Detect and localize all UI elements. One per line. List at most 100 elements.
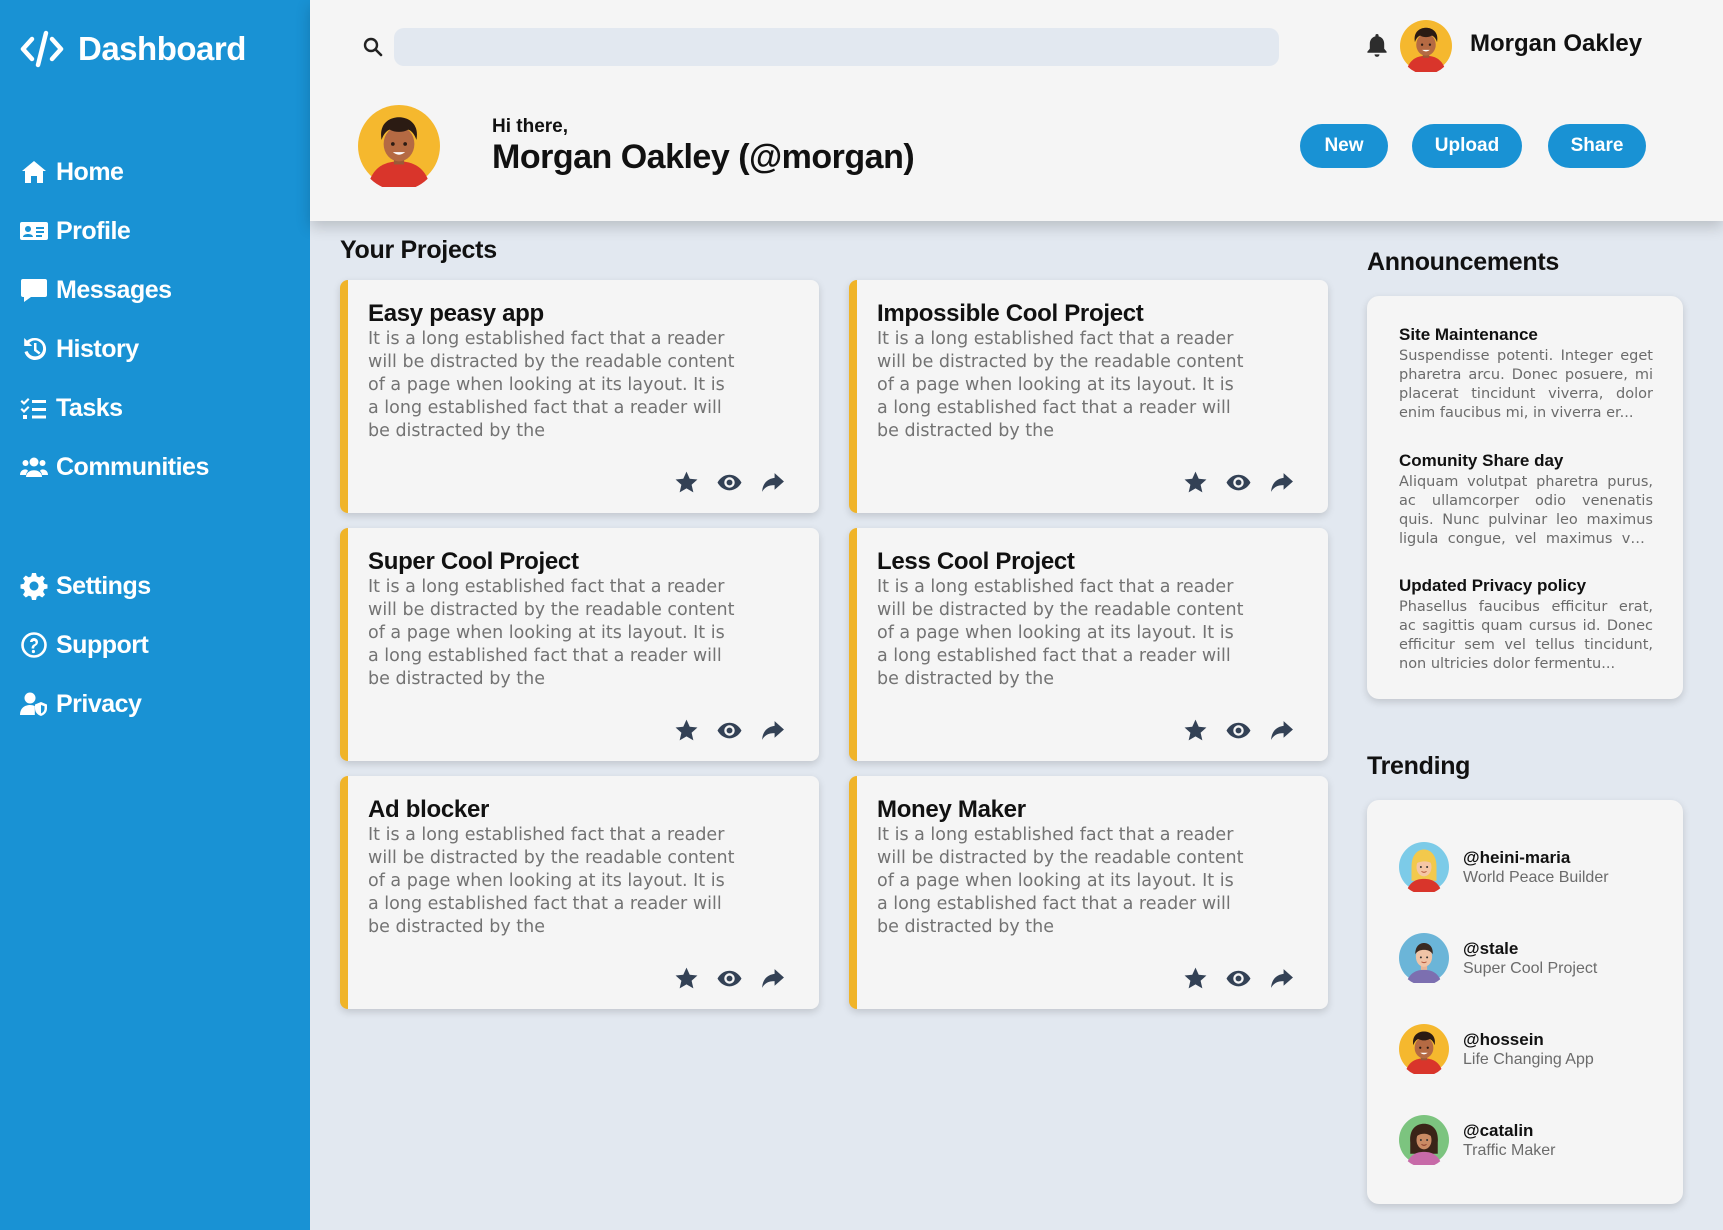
project-card[interactable]: Less Cool Project It is a long establishe… [849,528,1328,761]
share-icon[interactable] [1269,470,1294,495]
project-description: It is a long established fact that a rea… [368,329,735,441]
eye-icon[interactable] [717,966,742,991]
trending-handle: @heini-maria [1463,847,1571,867]
project-title: Easy peasy app [368,300,544,327]
announcement-title: Comunity Share day [1399,451,1564,470]
trending-project: Life Changing App [1463,1050,1594,1068]
share-icon[interactable] [760,718,785,743]
brand-label: Dashboard [78,30,246,67]
project-card[interactable]: Money Maker It is a long established fact… [849,776,1328,1009]
avatar [1399,1115,1449,1165]
project-title: Impossible Cool Project [877,300,1144,327]
announcement-item[interactable]: Comunity Share day Aliquam volutpat phar… [1399,451,1653,549]
sidebar-item-history[interactable]: History [20,329,139,369]
project-title: Ad blocker [368,796,490,823]
sidebar-item-profile[interactable]: Profile [20,211,131,251]
trending-title: Trending [1367,752,1471,780]
sidebar-item-messages[interactable]: Messages [20,270,172,310]
sidebar-item-label: Settings [56,571,151,600]
project-actions [1183,966,1294,991]
profile-avatar [358,105,440,187]
project-card[interactable]: Easy peasy app It is a long established f… [340,280,819,513]
project-title: Money Maker [877,796,1026,823]
avatar[interactable] [1400,20,1452,72]
sidebar-item-label: Tasks [56,393,123,422]
trending-handle: @catalin [1463,1120,1534,1140]
users-icon [20,457,48,477]
star-icon[interactable] [674,718,699,743]
share-icon[interactable] [1269,718,1294,743]
sidebar-item-label: Communities [56,452,209,481]
header: Morgan Oakley Hi there, Morgan Oakley (@… [310,0,1723,221]
eye-icon[interactable] [717,470,742,495]
sidebar-item-label: Support [56,630,149,659]
project-title: Super Cool Project [368,548,579,575]
sidebar-item-label: Privacy [56,689,142,718]
trending-item[interactable]: @hossein Life Changing App [1399,1024,1594,1074]
project-card[interactable]: Ad blocker It is a long established fact … [340,776,819,1009]
id-card-icon [20,222,48,240]
trending-project: World Peace Builder [1463,868,1609,886]
header-username[interactable]: Morgan Oakley [1470,30,1642,58]
announcement-title: Updated Privacy policy [1399,576,1587,595]
sidebar-item-settings[interactable]: Settings [20,566,151,606]
project-description: It is a long established fact that a rea… [368,825,735,937]
gear-icon [20,573,48,600]
project-actions [674,966,785,991]
eye-icon[interactable] [1226,470,1251,495]
sidebar-item-tasks[interactable]: Tasks [20,388,123,428]
brand[interactable]: Dashboard [20,24,246,74]
code-icon [20,30,64,68]
project-actions [1183,718,1294,743]
project-actions [674,718,785,743]
project-description: It is a long established fact that a rea… [877,329,1244,441]
help-circle-icon [21,632,47,658]
project-card[interactable]: Super Cool Project It is a long establish… [340,528,819,761]
eye-icon[interactable] [717,718,742,743]
eye-icon[interactable] [1226,718,1251,743]
announcement-text: Aliquam volutpat pharetra purus, ac ulla… [1399,474,1653,547]
bell-icon[interactable] [1365,32,1389,58]
announcement-item[interactable]: Site Maintenance Suspendisse potenti. In… [1399,325,1653,423]
avatar [1399,842,1449,892]
trending-panel: @heini-maria World Peace Builder @stale … [1367,800,1683,1204]
project-card[interactable]: Impossible Cool Project It is a long esta… [849,280,1328,513]
trending-item[interactable]: @catalin Traffic Maker [1399,1115,1555,1165]
sidebar-item-home[interactable]: Home [20,152,124,192]
avatar [1399,933,1449,983]
announcement-text: Suspendisse potenti. Integer eget pharet… [1399,348,1653,421]
project-description: It is a long established fact that a rea… [877,825,1244,937]
star-icon[interactable] [1183,966,1208,991]
share-icon[interactable] [1269,966,1294,991]
sidebar-item-support[interactable]: Support [20,625,149,665]
upload-button[interactable]: Upload [1412,124,1522,168]
project-actions [1183,470,1294,495]
star-icon[interactable] [1183,718,1208,743]
search-icon [363,37,383,57]
trending-project: Super Cool Project [1463,959,1598,977]
share-icon[interactable] [760,966,785,991]
new-button[interactable]: New [1300,124,1388,168]
share-button[interactable]: Share [1548,124,1646,168]
project-actions [674,470,785,495]
home-icon [22,161,46,183]
user-shield-icon [20,692,47,716]
trending-handle: @stale [1463,938,1519,958]
sidebar-item-label: Home [56,157,124,186]
search-input[interactable] [394,28,1279,66]
sidebar-item-communities[interactable]: Communities [20,447,209,487]
announcement-text: Phasellus faucibus efficitur erat, ac sa… [1399,599,1653,672]
star-icon[interactable] [674,470,699,495]
greeting: Hi there, [492,116,569,137]
sidebar-item-privacy[interactable]: Privacy [20,684,142,724]
star-icon[interactable] [674,966,699,991]
share-icon[interactable] [760,470,785,495]
eye-icon[interactable] [1226,966,1251,991]
star-icon[interactable] [1183,470,1208,495]
project-description: It is a long established fact that a rea… [877,577,1244,689]
avatar [1399,1024,1449,1074]
trending-item[interactable]: @heini-maria World Peace Builder [1399,842,1609,892]
announcement-item[interactable]: Updated Privacy policy Phasellus faucibu… [1399,576,1653,674]
trending-item[interactable]: @stale Super Cool Project [1399,933,1597,983]
project-title: Less Cool Project [877,548,1075,575]
